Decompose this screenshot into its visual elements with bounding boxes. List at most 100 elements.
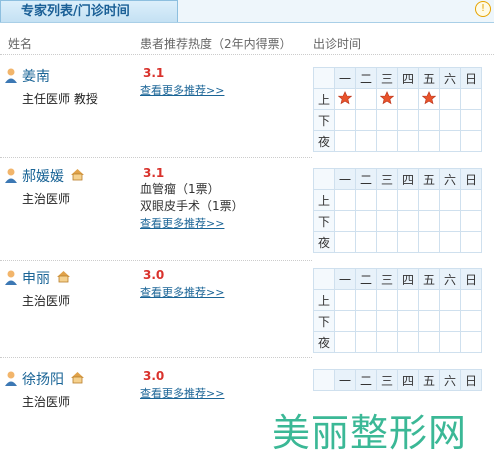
weekday-header: 六 [439,369,461,391]
schedule-cell [418,189,440,211]
weekday-header: 四 [397,369,419,391]
more-recommend-link[interactable]: 查看更多推荐>> [140,284,224,300]
schedule-cell [376,189,398,211]
period-label: 上 [313,189,335,211]
schedule-cell [397,130,419,152]
period-label: 下 [313,310,335,332]
doctor-title: 主治医师 [22,395,71,409]
schedule-cell [334,289,356,311]
more-recommend-link[interactable]: 查看更多推荐>> [140,82,224,98]
schedule-cell [376,331,398,353]
weekday-header: 六 [439,67,461,89]
weekday-header: 一 [334,268,356,290]
schedule-cell [460,310,482,332]
weekday-header: 五 [418,67,440,89]
home-icon[interactable] [56,270,71,283]
schedule-cell [355,189,377,211]
schedule-cell-available[interactable] [376,88,398,110]
schedule-cell [460,231,482,253]
weekday-header: 日 [460,67,482,89]
star-icon [421,90,437,108]
weekday-header: 日 [460,168,482,190]
schedule-cell [397,109,419,131]
person-icon [5,270,17,285]
weekday-header: 四 [397,67,419,89]
more-recommend-link[interactable]: 查看更多推荐>> [140,215,224,231]
schedule-cell [418,310,440,332]
schedule-cell-available[interactable] [418,88,440,110]
recommend-item: 血管瘤（1票） [140,182,220,196]
schedule-cell [460,331,482,353]
period-label: 夜 [313,331,335,353]
weekday-header: 一 [334,67,356,89]
schedule-cell [418,109,440,131]
schedule-corner [313,369,335,391]
schedule-cell [334,189,356,211]
schedule-cell [355,289,377,311]
schedule-corner [313,168,335,190]
person-icon [5,371,17,386]
row-divider [0,357,312,358]
weekday-header: 二 [355,268,377,290]
watermark: 美丽整形网 [272,411,468,455]
home-icon[interactable] [70,168,85,181]
star-icon [337,90,353,108]
schedule-cell [418,130,440,152]
period-label: 夜 [313,130,335,152]
period-label: 上 [313,88,335,110]
schedule-cell [376,130,398,152]
schedule-cell [439,88,461,110]
schedule-cell [397,231,419,253]
home-icon[interactable] [70,371,85,384]
weekday-header: 二 [355,369,377,391]
weekday-header: 三 [376,168,398,190]
schedule-table: 一二三四五六日 [313,369,482,391]
schedule-cell [418,331,440,353]
schedule-cell [355,331,377,353]
weekday-header: 三 [376,369,398,391]
doctor-name[interactable]: 郝媛媛 [22,166,64,186]
schedule-cell [376,310,398,332]
schedule-cell [418,231,440,253]
doctor-name[interactable]: 申丽 [22,268,50,288]
weekday-header: 三 [376,67,398,89]
schedule-cell [439,210,461,232]
schedule-cell [376,231,398,253]
doctor-name[interactable]: 姜南 [22,66,50,86]
schedule-cell [397,189,419,211]
schedule-cell [397,310,419,332]
schedule-cell [418,289,440,311]
schedule-cell [460,210,482,232]
time-column-header: 出诊时间 [313,37,362,51]
recommend-score: 3.0 [143,369,165,383]
weekday-header: 五 [418,369,440,391]
list-header: 姓名 患者推荐热度（2年内得票） 出诊时间 [0,26,494,55]
person-icon [5,168,17,183]
more-recommend-link[interactable]: 查看更多推荐>> [140,385,224,401]
schedule-cell [439,231,461,253]
schedule-cell [439,130,461,152]
schedule-cell [439,310,461,332]
schedule-cell [334,210,356,232]
tab-expert-list[interactable]: 专家列表/门诊时间 [0,0,178,22]
doctor-name[interactable]: 徐扬阳 [22,369,64,389]
recommend-item: 双眼皮手术（1票） [140,199,244,213]
info-icon[interactable]: ! [475,1,491,17]
hot-column-header: 患者推荐热度（2年内得票） [140,37,292,51]
recommend-score: 3.1 [143,66,165,80]
schedule-cell [439,331,461,353]
weekday-header: 一 [334,168,356,190]
schedule-cell [355,109,377,131]
schedule-cell [460,109,482,131]
schedule-cell [376,289,398,311]
tab-bar: 专家列表/门诊时间 ! [0,0,494,23]
schedule-cell [334,130,356,152]
weekday-header: 五 [418,268,440,290]
schedule-cell [439,189,461,211]
schedule-cell [397,210,419,232]
doctor-title: 主任医师 教授 [22,92,98,106]
schedule-cell [397,88,419,110]
schedule-cell [397,331,419,353]
schedule-cell-available[interactable] [334,88,356,110]
period-label: 下 [313,210,335,232]
